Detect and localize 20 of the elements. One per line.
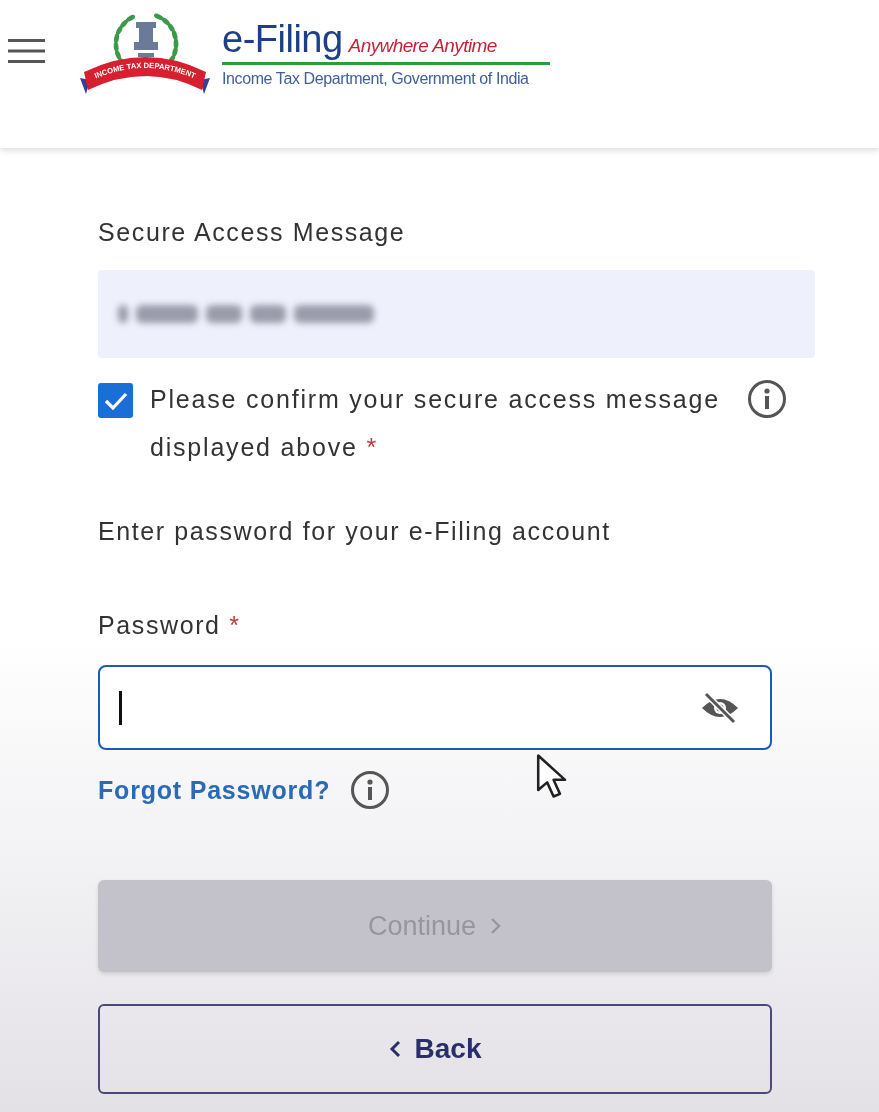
back-button[interactable]: Back	[98, 1004, 772, 1094]
mouse-pointer-icon	[535, 753, 567, 799]
secure-message-label: Secure Access Message	[98, 217, 406, 247]
info-icon[interactable]	[747, 379, 787, 419]
info-icon[interactable]	[350, 770, 391, 810]
hide-password-icon[interactable]	[700, 691, 740, 724]
site-tagline: Anywhere Anytime	[348, 35, 497, 57]
site-title: e-Filing	[222, 18, 343, 60]
password-label: Password *	[98, 610, 241, 640]
site-subtitle: Income Tax Department, Government of India	[222, 70, 530, 88]
checkbox[interactable]	[98, 383, 133, 418]
password-field[interactable]	[98, 665, 772, 750]
password-prompt: Enter password for your e-Filing account	[98, 516, 611, 546]
text-cursor-icon	[119, 690, 122, 725]
confirm-label: Please confirm your secure access message displayed above *	[150, 384, 721, 463]
menu-icon[interactable]	[8, 39, 45, 63]
forgot-password-link[interactable]: Forgot Password?	[98, 775, 331, 805]
chevron-right-icon	[490, 916, 503, 936]
chevron-left-icon	[388, 1039, 401, 1059]
pillar-icon	[134, 22, 158, 57]
